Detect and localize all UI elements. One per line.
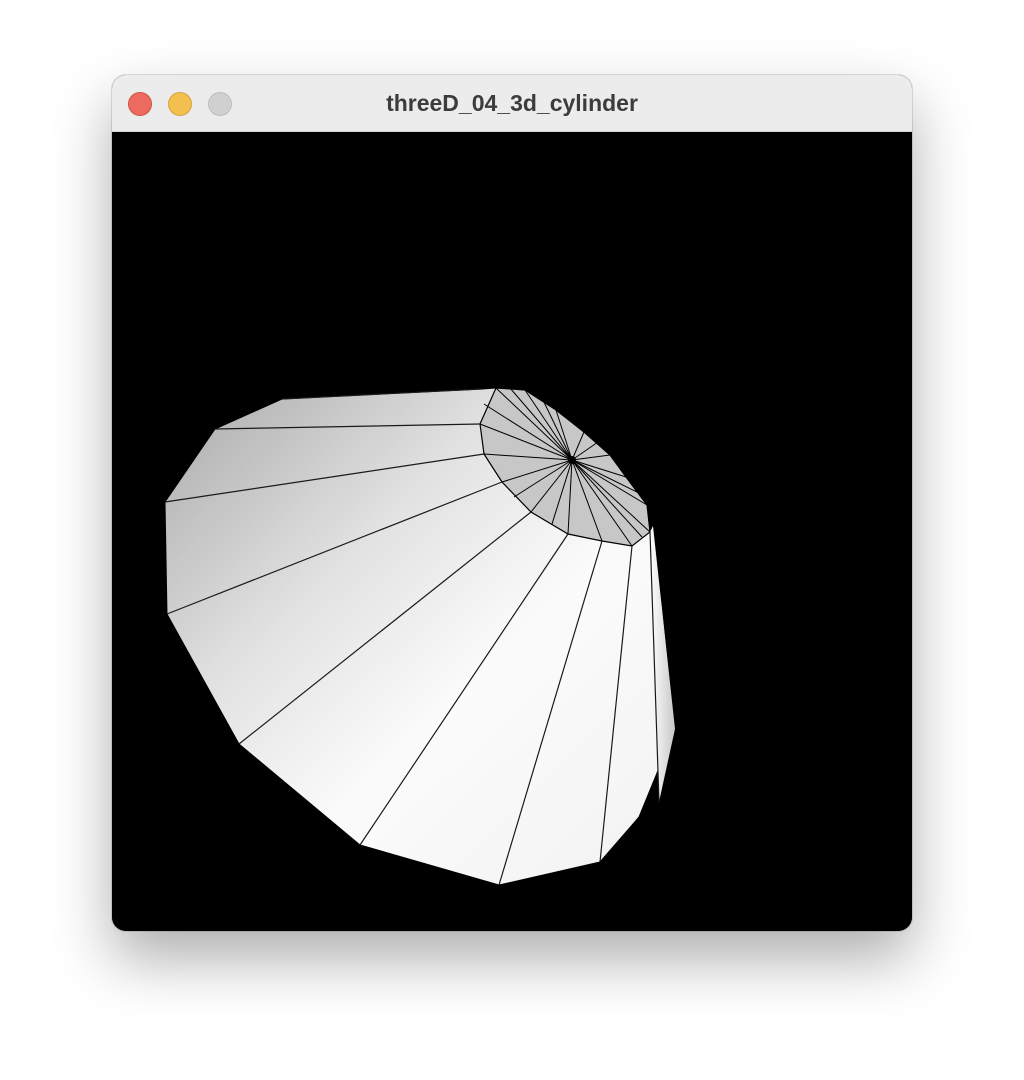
window-title: threeD_04_3d_cylinder: [386, 90, 638, 116]
cylinder-render: [164, 387, 676, 886]
app-window: threeD_04_3d_cylinder: [112, 75, 912, 931]
title-bar[interactable]: threeD_04_3d_cylinder: [112, 75, 912, 132]
cap-center: [568, 456, 576, 464]
render-canvas[interactable]: [112, 132, 912, 931]
